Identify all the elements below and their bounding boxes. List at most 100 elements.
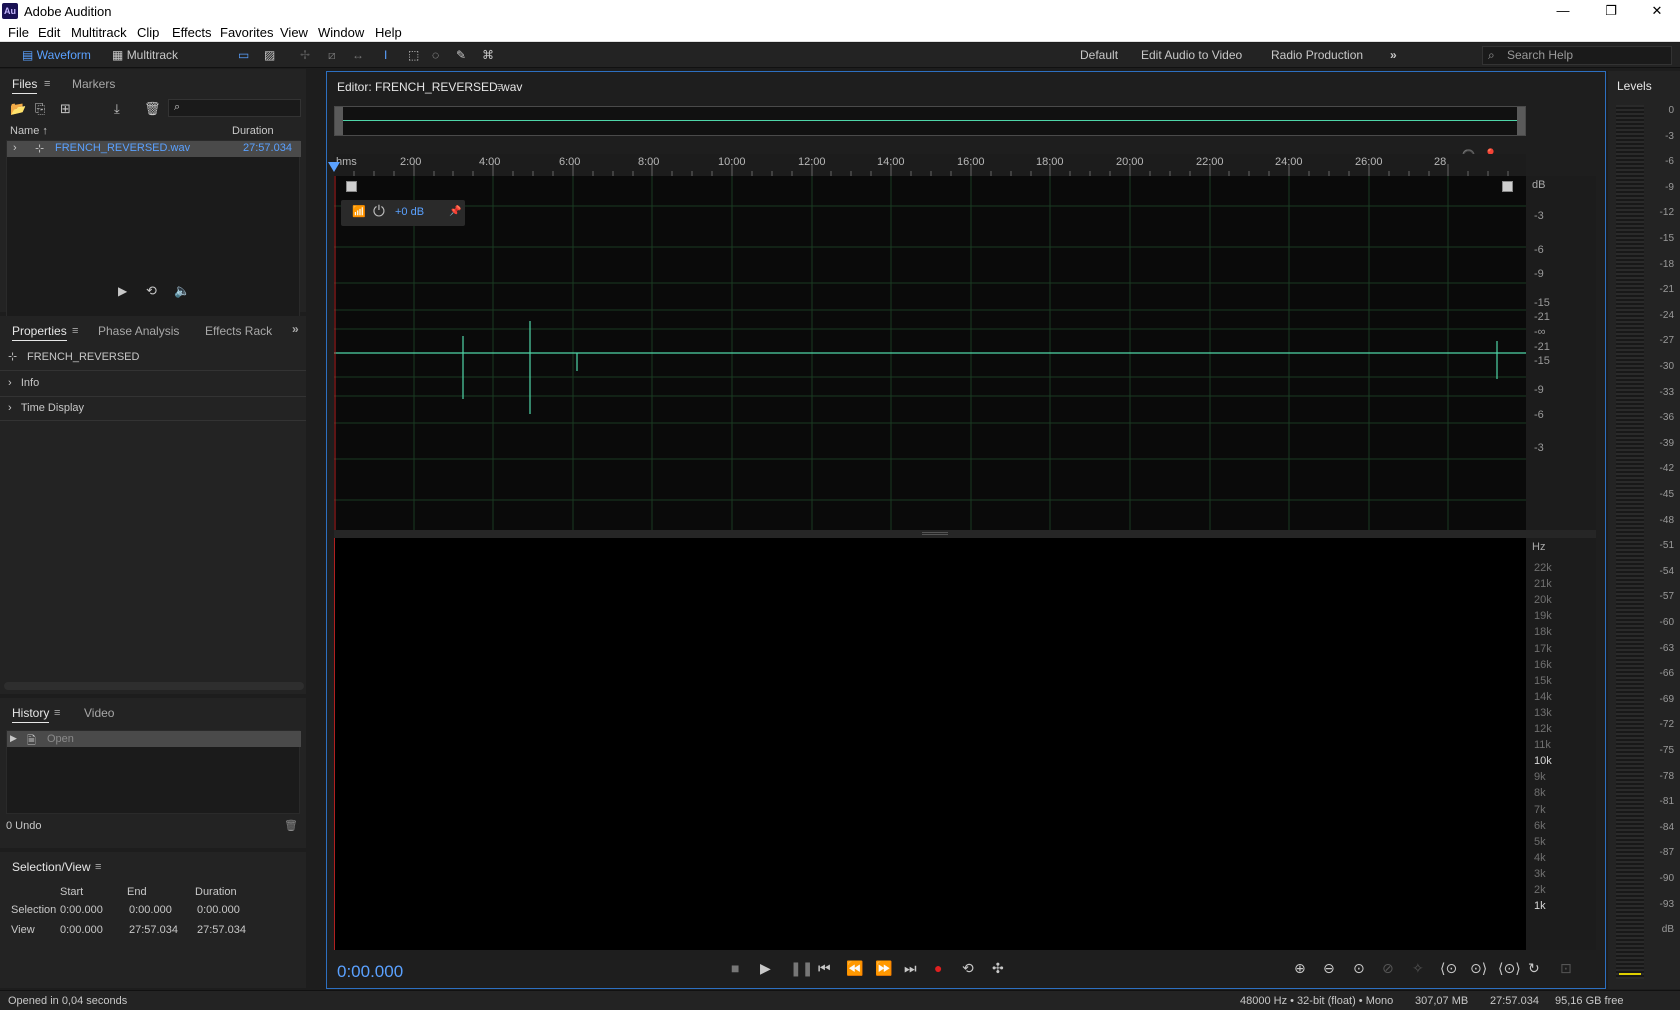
move-playhead-previous-button[interactable]: ⏮: [818, 960, 831, 977]
delete-file-icon[interactable]: 🗑: [144, 101, 161, 117]
hz-scale[interactable]: Hz 22k 21k 20k 19k 18k 17k 16k 15k 14k 13k 12k 11k 1…: [1526, 538, 1596, 950]
column-name[interactable]: Name ↑: [10, 125, 48, 137]
workspace-default[interactable]: Default: [1080, 48, 1118, 62]
menu-favorites[interactable]: Favorites: [220, 25, 273, 40]
slip-tool-icon[interactable]: ↔: [352, 46, 364, 65]
fast-forward-button[interactable]: ⏩: [875, 960, 892, 977]
clear-history-icon[interactable]: 🗑: [284, 819, 298, 832]
hud-gain-control[interactable]: 📶 ⏻ +0 dB 📌: [341, 200, 465, 226]
time-selection-tool-icon[interactable]: I: [384, 46, 387, 65]
workspace-edit-audio-to-video[interactable]: Edit Audio to Video: [1141, 48, 1242, 62]
gain-knob-icon[interactable]: ⏻: [373, 203, 385, 220]
tab-markers[interactable]: Markers: [72, 77, 115, 91]
workspace-radio-production[interactable]: Radio Production: [1271, 48, 1363, 62]
pin-hud-icon[interactable]: 📌: [449, 206, 461, 217]
new-file-icon[interactable]: ⊞: [60, 101, 71, 117]
zoom-out-full-icon[interactable]: ⊡: [1560, 960, 1572, 977]
waveform-display[interactable]: 📶 ⏻ +0 dB 📌: [334, 176, 1526, 530]
brush-tool-icon[interactable]: ✎: [456, 46, 466, 65]
menu-clip[interactable]: Clip: [137, 25, 159, 40]
selection-view-menu-icon[interactable]: ≡: [95, 861, 101, 873]
skip-selection-button[interactable]: ✣: [992, 960, 1004, 977]
files-search-input[interactable]: ⌕: [168, 99, 301, 117]
pause-button[interactable]: ❚❚: [790, 960, 813, 977]
zoom-selection-icon[interactable]: ⟨⊙⟩: [1498, 960, 1521, 977]
gain-value[interactable]: +0 dB: [395, 206, 424, 218]
selection-start[interactable]: 0:00.000: [60, 904, 103, 916]
open-file-icon[interactable]: 📂: [10, 101, 26, 117]
overview-bar[interactable]: [334, 106, 1526, 136]
menu-view[interactable]: View: [280, 25, 308, 40]
zoom-reset-icon[interactable]: ↻: [1528, 960, 1540, 977]
tab-history[interactable]: History: [12, 706, 50, 723]
spot-healing-icon[interactable]: ⌘: [482, 46, 494, 65]
playhead-marker[interactable]: [328, 162, 340, 172]
files-menu-icon[interactable]: ≡: [44, 78, 50, 90]
tab-properties[interactable]: Properties: [12, 324, 67, 341]
section-info[interactable]: › Info: [8, 377, 39, 389]
zoom-full-icon[interactable]: ✧: [1412, 960, 1424, 977]
razor-tool-icon[interactable]: ⧄: [328, 46, 336, 65]
record-button[interactable]: ●: [934, 960, 942, 976]
menu-window[interactable]: Window: [318, 25, 364, 40]
waveform-button[interactable]: ▤ Waveform: [22, 46, 91, 65]
play-button[interactable]: ▶: [760, 960, 771, 977]
preview-volume-icon[interactable]: 🔈: [174, 283, 190, 299]
lasso-tool-icon[interactable]: ◌: [432, 46, 439, 65]
rewind-button[interactable]: ⏪: [846, 960, 863, 977]
insert-into-multitrack-icon[interactable]: ⤓: [114, 101, 120, 117]
view-start[interactable]: 0:00.000: [60, 924, 103, 936]
menu-multitrack[interactable]: Multitrack: [71, 25, 127, 40]
menu-help[interactable]: Help: [375, 25, 402, 40]
zoom-out-time-icon[interactable]: ⊘: [1382, 960, 1394, 977]
tab-phase-analysis[interactable]: Phase Analysis: [98, 324, 179, 338]
marquee-tool-icon[interactable]: ⬚: [408, 46, 419, 65]
menu-file[interactable]: File: [8, 25, 29, 40]
menu-effects[interactable]: Effects: [172, 25, 212, 40]
tab-effects-rack[interactable]: Effects Rack: [205, 324, 272, 338]
history-menu-icon[interactable]: ≡: [54, 707, 60, 719]
overview-right-handle[interactable]: [1517, 107, 1525, 135]
workspaces-more-button[interactable]: »: [1390, 48, 1397, 62]
column-duration[interactable]: Duration: [232, 125, 274, 137]
file-row[interactable]: › ⊹ FRENCH_REVERSED.wav 27:57.034: [7, 141, 301, 157]
properties-horizontal-scrollbar[interactable]: [4, 682, 304, 690]
history-item[interactable]: ▶ 🗎 Open: [7, 731, 301, 747]
move-playhead-next-button[interactable]: ⏭: [904, 960, 917, 977]
restore-button[interactable]: ❐: [1588, 0, 1634, 22]
fade-in-handle[interactable]: [346, 181, 357, 192]
search-help-input[interactable]: ⌕ Search Help: [1482, 46, 1672, 65]
multitrack-button[interactable]: ▦ Multitrack: [112, 46, 178, 65]
fade-out-handle[interactable]: [1502, 181, 1513, 192]
view-duration[interactable]: 27:57.034: [197, 924, 246, 936]
db-scale[interactable]: dB -3 -6 -9 -15 -21 -∞ -21 -15 -9 -6 -3: [1526, 176, 1596, 530]
loop-playback-button[interactable]: ⟲: [962, 960, 974, 977]
close-button[interactable]: ✕: [1634, 0, 1680, 22]
panel-more-button[interactable]: »: [292, 322, 299, 336]
time-ruler[interactable]: hms 2:00 4:00 6:00 8:00 10:00 12:00 14:00 16:00 1…: [328, 154, 1526, 176]
selection-duration[interactable]: 0:00.000: [197, 904, 240, 916]
minimize-button[interactable]: —: [1540, 0, 1586, 22]
move-tool-icon[interactable]: ✢: [300, 46, 310, 65]
zoom-in-time-icon[interactable]: ⊙: [1353, 960, 1365, 977]
view-end[interactable]: 27:57.034: [129, 924, 178, 936]
editor-menu-icon[interactable]: ≡: [497, 81, 503, 93]
display-splitter[interactable]: [334, 530, 1596, 538]
tab-files[interactable]: Files: [12, 77, 38, 94]
preview-loop-icon[interactable]: ⟲: [146, 283, 157, 299]
selection-end[interactable]: 0:00.000: [129, 904, 172, 916]
preview-play-icon[interactable]: ▶: [118, 284, 127, 298]
zoom-in-amplitude-icon[interactable]: ⊕: [1294, 960, 1306, 977]
spectral-view-icon[interactable]: ▨: [264, 46, 275, 65]
spectral-display[interactable]: [334, 538, 1526, 950]
import-file-icon[interactable]: ⎘: [35, 101, 45, 117]
timecode-display[interactable]: 0:00.000: [337, 962, 403, 982]
zoom-out-point-icon[interactable]: ⊙⟩: [1470, 960, 1487, 977]
zoom-in-point-icon[interactable]: ⟨⊙: [1440, 960, 1457, 977]
zoom-out-amplitude-icon[interactable]: ⊖: [1323, 960, 1335, 977]
properties-menu-icon[interactable]: ≡: [72, 325, 78, 337]
expand-chevron-icon[interactable]: ›: [13, 142, 17, 154]
stop-button[interactable]: ■: [731, 960, 739, 976]
overview-left-handle[interactable]: [335, 107, 343, 135]
menu-edit[interactable]: Edit: [38, 25, 60, 40]
